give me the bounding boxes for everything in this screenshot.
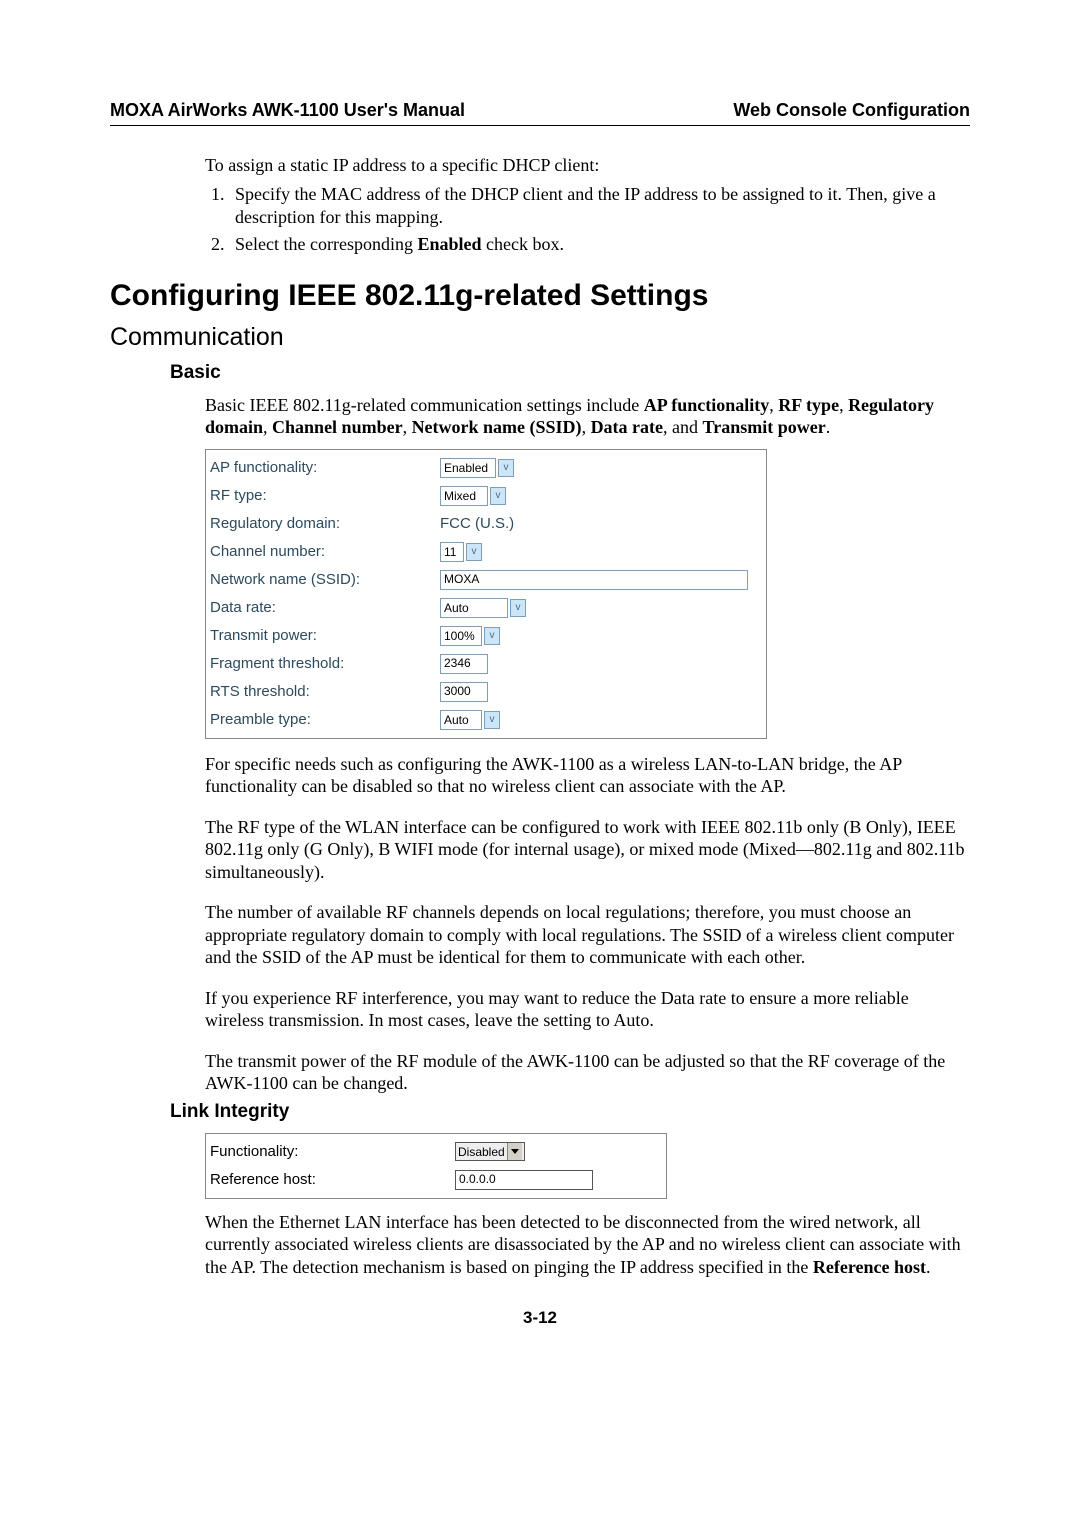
li-func-label: Functionality: [210, 1143, 455, 1160]
para-4: If you experience RF interference, you m… [205, 987, 970, 1032]
chevron-down-icon[interactable]: v [510, 599, 526, 617]
intro-step-1: Specify the MAC address of the DHCP clie… [229, 183, 970, 230]
data-rate-select[interactable]: Auto [440, 598, 508, 618]
heading-configuring: Configuring IEEE 802.11g-related Setting… [110, 279, 970, 313]
header-right: Web Console Configuration [733, 100, 970, 121]
basic-intro: Basic IEEE 802.11g-related communication… [205, 394, 970, 439]
para-2: The RF type of the WLAN interface can be… [205, 816, 970, 884]
chevron-down-icon[interactable]: v [466, 543, 482, 561]
li-refhost-input[interactable]: 0.0.0.0 [455, 1170, 593, 1190]
ssid-input[interactable]: MOXA [440, 570, 748, 590]
link-integrity-form: Functionality: Disabled Reference host: … [205, 1133, 667, 1199]
ap-func-label: AP functionality: [210, 459, 440, 476]
intro-step-2: Select the corresponding Enabled check b… [229, 233, 970, 256]
channel-select[interactable]: 11 [440, 542, 464, 562]
li-refhost-label: Reference host: [210, 1171, 455, 1188]
rf-type-label: RF type: [210, 487, 440, 504]
li-func-select[interactable]: Disabled [455, 1142, 525, 1161]
chevron-down-icon[interactable]: v [484, 627, 500, 645]
rts-label: RTS threshold: [210, 683, 440, 700]
rf-type-select[interactable]: Mixed [440, 486, 488, 506]
para-6: When the Ethernet LAN interface has been… [205, 1211, 970, 1279]
page-header: MOXA AirWorks AWK-1100 User's Manual Web… [110, 100, 970, 126]
frag-label: Fragment threshold: [210, 655, 440, 672]
preamble-label: Preamble type: [210, 711, 440, 728]
heading-communication: Communication [110, 323, 970, 352]
tx-power-select[interactable]: 100% [440, 626, 482, 646]
heading-link-integrity: Link Integrity [170, 1101, 970, 1123]
intro-steps: Specify the MAC address of the DHCP clie… [205, 183, 970, 257]
tx-power-label: Transmit power: [210, 627, 440, 644]
frag-input[interactable]: 2346 [440, 654, 488, 674]
channel-label: Channel number: [210, 543, 440, 560]
para-5: The transmit power of the RF module of t… [205, 1050, 970, 1095]
header-left: MOXA AirWorks AWK-1100 User's Manual [110, 100, 465, 121]
basic-settings-form: AP functionality: Enabledv RF type: Mixe… [205, 449, 767, 739]
data-rate-label: Data rate: [210, 599, 440, 616]
reg-domain-value: FCC (U.S.) [440, 515, 514, 532]
chevron-down-icon[interactable]: v [490, 487, 506, 505]
ssid-label: Network name (SSID): [210, 571, 440, 588]
chevron-down-icon[interactable] [507, 1143, 522, 1160]
preamble-select[interactable]: Auto [440, 710, 482, 730]
reg-domain-label: Regulatory domain: [210, 515, 440, 532]
para-3: The number of available RF channels depe… [205, 901, 970, 969]
ap-func-select[interactable]: Enabled [440, 458, 496, 478]
chevron-down-icon[interactable]: v [498, 459, 514, 477]
page-number: 3-12 [110, 1308, 970, 1328]
chevron-down-icon[interactable]: v [484, 711, 500, 729]
intro-lead: To assign a static IP address to a speci… [205, 154, 970, 177]
heading-basic: Basic [170, 362, 970, 384]
rts-input[interactable]: 3000 [440, 682, 488, 702]
para-1: For specific needs such as configuring t… [205, 753, 970, 798]
